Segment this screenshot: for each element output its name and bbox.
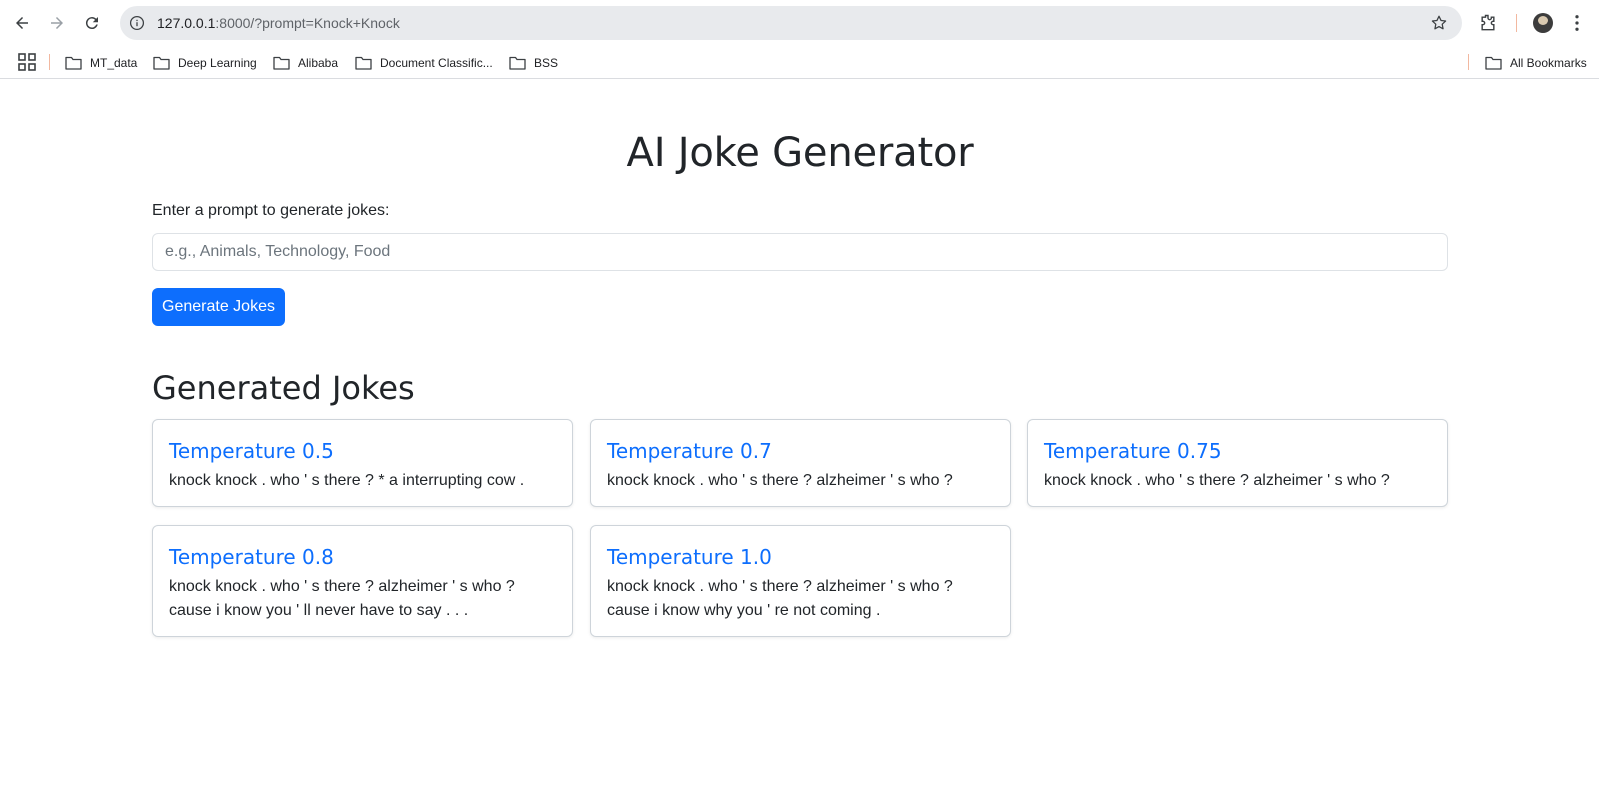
bookmark-label: BSS: [534, 55, 559, 70]
joke-card: Temperature 0.7 knock knock . who ' s th…: [590, 419, 1011, 507]
more-menu-icon[interactable]: [1567, 12, 1587, 34]
joke-card-title: Temperature 0.75: [1044, 439, 1222, 463]
url-host: 127.0.0.1: [157, 15, 216, 31]
profile-avatar[interactable]: [1533, 13, 1553, 33]
bookmark-star-icon[interactable]: [1430, 14, 1448, 32]
joke-card-title: Temperature 0.8: [169, 545, 334, 569]
bookmark-deep-learning[interactable]: Deep Learning: [153, 46, 257, 79]
forward-arrow-icon[interactable]: [43, 9, 71, 37]
folder-icon: [355, 56, 372, 70]
bookmark-label: Deep Learning: [178, 55, 257, 70]
joke-card: Temperature 0.8 knock knock . who ' s th…: [152, 525, 573, 637]
bookmark-bss[interactable]: BSS: [509, 46, 558, 79]
bookmark-mt-data[interactable]: MT_data: [65, 46, 137, 79]
url-path: :8000/?prompt=Knock+Knock: [215, 15, 400, 31]
bookmark-label: Document Classific...: [380, 55, 493, 70]
reload-icon[interactable]: [78, 9, 106, 37]
generated-jokes-heading: Generated Jokes: [152, 369, 415, 407]
bookmark-label: MT_data: [90, 55, 138, 70]
site-info-icon[interactable]: [127, 13, 147, 33]
joke-card: Temperature 1.0 knock knock . who ' s th…: [590, 525, 1011, 637]
joke-card-text: knock knock . who ' s there ? alzheimer …: [169, 578, 515, 619]
back-arrow-icon[interactable]: [8, 9, 36, 37]
joke-card-text: knock knock . who ' s there ? alzheimer …: [607, 472, 953, 489]
joke-card-text: knock knock . who ' s there ? * a interr…: [169, 472, 525, 489]
all-bookmarks[interactable]: All Bookmarks: [1485, 46, 1587, 79]
generate-jokes-button[interactable]: Generate Jokes: [152, 288, 285, 326]
url-text: 127.0.0.1:8000/?prompt=Knock+Knock: [157, 6, 400, 40]
joke-card-text: knock knock . who ' s there ? alzheimer …: [607, 578, 953, 619]
bookmark-document-classific[interactable]: Document Classific...: [355, 46, 493, 79]
bookmarks-divider: [49, 54, 50, 70]
page-title: AI Joke Generator: [626, 130, 974, 176]
joke-card-text: knock knock . who ' s there ? alzheimer …: [1044, 472, 1390, 489]
bookmarks-divider: [1468, 54, 1469, 70]
joke-card: Temperature 0.75 knock knock . who ' s t…: [1027, 419, 1448, 507]
prompt-label: Enter a prompt to generate jokes:: [152, 202, 390, 219]
apps-grid-icon[interactable]: [18, 53, 36, 71]
folder-icon: [1485, 56, 1502, 70]
prompt-input[interactable]: [152, 233, 1448, 271]
folder-icon: [153, 56, 170, 70]
joke-card-title: Temperature 0.7: [607, 439, 772, 463]
joke-card-title: Temperature 1.0: [607, 545, 772, 569]
bookmarks-bar: MT_data Deep Learning Alibaba Document C…: [0, 46, 1599, 79]
bookmark-alibaba[interactable]: Alibaba: [273, 46, 338, 79]
all-bookmarks-label: All Bookmarks: [1510, 55, 1587, 70]
joke-card-title: Temperature 0.5: [169, 439, 334, 463]
extensions-icon[interactable]: [1477, 12, 1499, 34]
toolbar-divider: [1516, 14, 1517, 32]
folder-icon: [273, 56, 290, 70]
folder-icon: [65, 56, 82, 70]
bookmark-label: Alibaba: [298, 55, 339, 70]
address-bar[interactable]: 127.0.0.1:8000/?prompt=Knock+Knock: [120, 6, 1462, 40]
joke-card: Temperature 0.5 knock knock . who ' s th…: [152, 419, 573, 507]
browser-toolbar: 127.0.0.1:8000/?prompt=Knock+Knock: [0, 0, 1599, 46]
folder-icon: [509, 56, 526, 70]
